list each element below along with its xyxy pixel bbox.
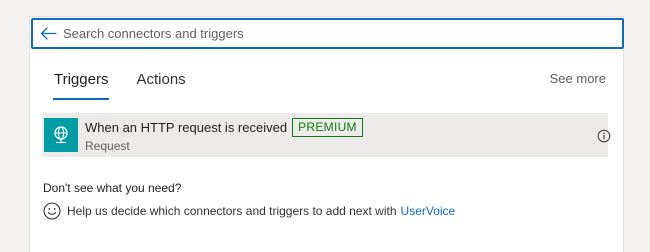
search-input[interactable] [63, 26, 583, 41]
help-message: Help us decide which connectors and trig… [43, 202, 455, 220]
connector-picker-panel: Triggers Actions See more When an HTTP r… [29, 16, 624, 252]
tab-actions[interactable]: Actions [134, 71, 187, 100]
trigger-title: When an HTTP request is received [85, 119, 288, 135]
premium-badge: PREMIUM [292, 117, 363, 137]
trigger-item-http-request[interactable]: When an HTTP request is received PREMIUM… [42, 113, 608, 157]
smiley-icon [43, 202, 61, 220]
search-box[interactable] [31, 18, 624, 49]
trigger-subtitle: Request [85, 139, 130, 153]
back-arrow-icon[interactable] [39, 26, 57, 42]
uservoice-link[interactable]: UserVoice [401, 204, 456, 218]
see-more-link[interactable]: See more [550, 71, 606, 86]
trigger-text: When an HTTP request is received PREMIUM… [85, 117, 363, 153]
help-heading: Don't see what you need? [43, 181, 182, 195]
tab-bar: Triggers Actions [52, 71, 188, 100]
globe-icon [44, 118, 78, 152]
help-text: Help us decide which connectors and trig… [67, 204, 397, 218]
tab-triggers[interactable]: Triggers [52, 71, 110, 100]
info-icon[interactable] [597, 129, 611, 143]
